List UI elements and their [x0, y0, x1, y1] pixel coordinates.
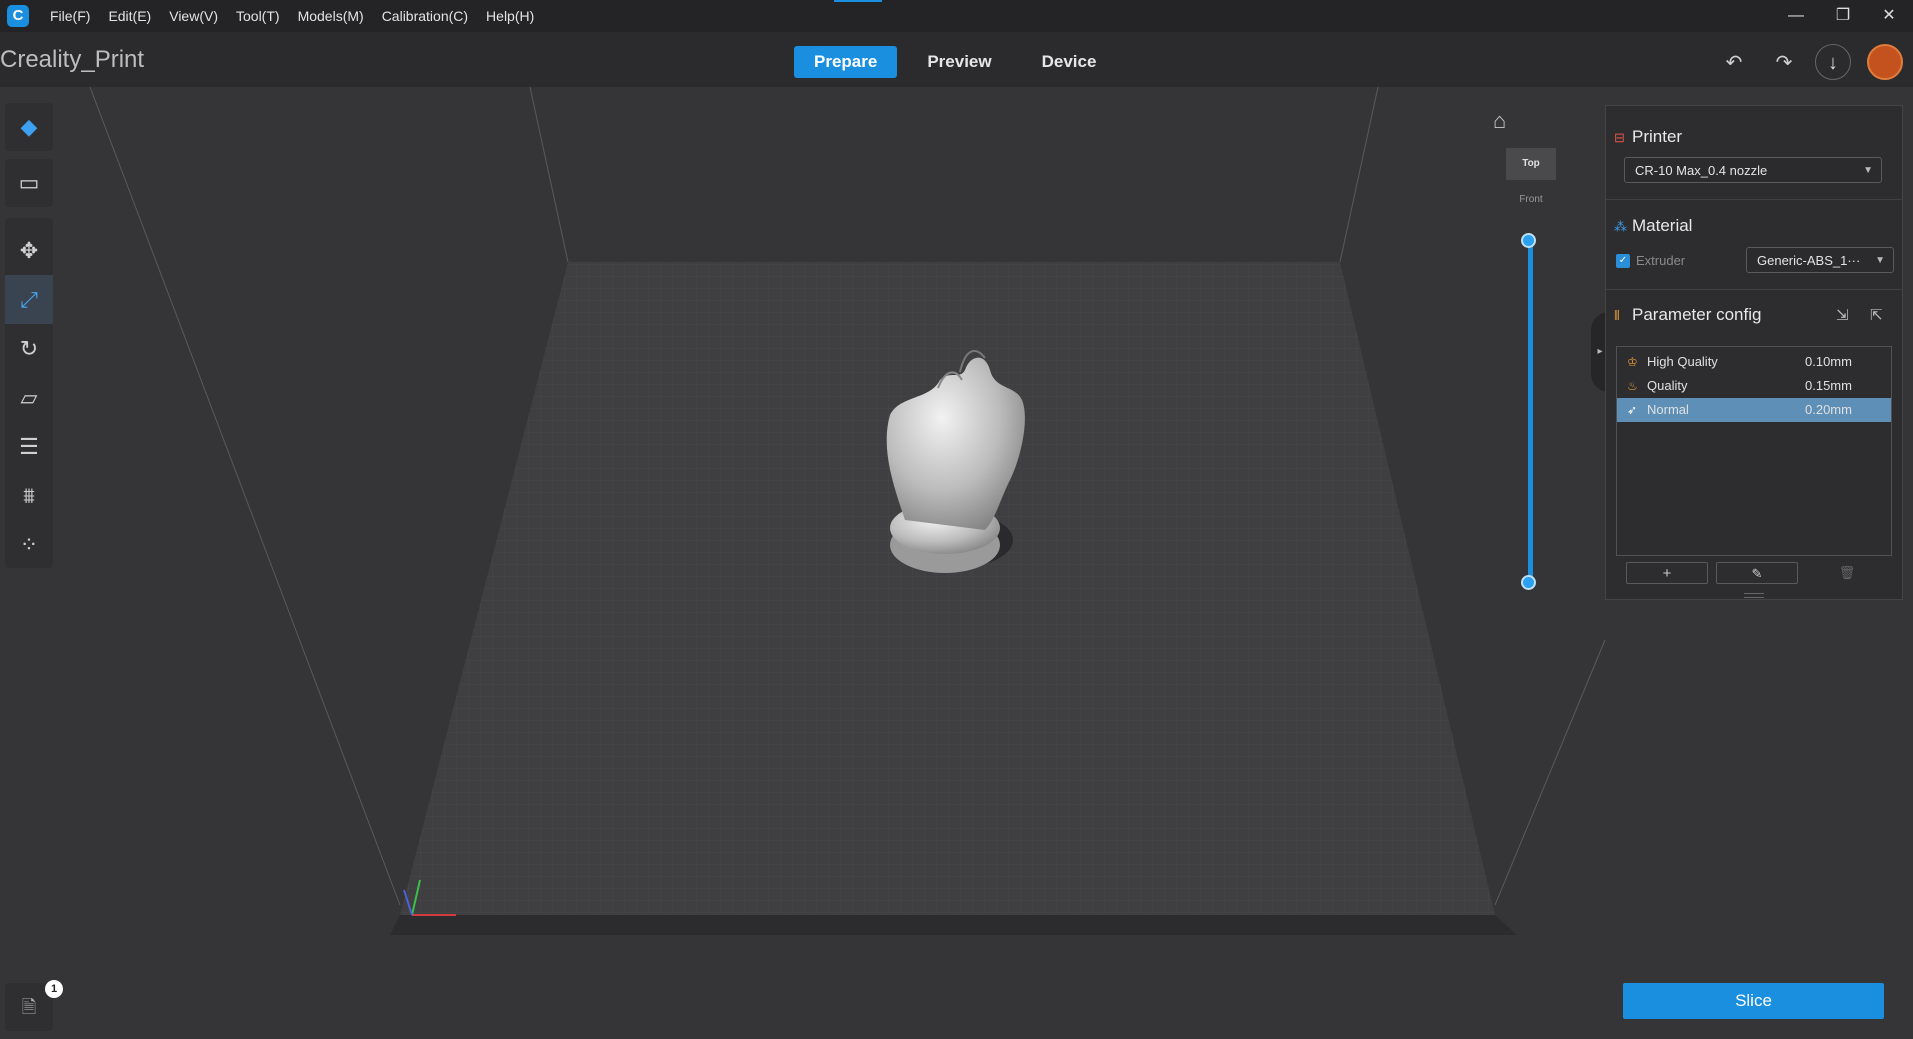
- support-icon[interactable]: ⩩: [5, 471, 53, 520]
- bed-grid: [400, 262, 1495, 915]
- edit-preset-button[interactable]: ✎: [1716, 562, 1798, 584]
- flame-icon: ♨: [1627, 379, 1638, 393]
- material-title: Material: [1632, 216, 1693, 235]
- menu-edit[interactable]: Edit(E): [108, 8, 151, 24]
- view-front-button[interactable]: Front: [1506, 186, 1556, 214]
- object-list-icon[interactable]: ☰: [5, 422, 53, 471]
- rotate-icon[interactable]: ↻: [5, 324, 53, 373]
- divider: [1606, 199, 1902, 200]
- avatar[interactable]: [1867, 44, 1903, 80]
- tab-prepare[interactable]: Prepare: [794, 46, 898, 78]
- slider-top-handle[interactable]: [1521, 233, 1536, 248]
- layer-range-slider[interactable]: [1528, 240, 1533, 584]
- parameter-list: ♔ High Quality 0.10mm ♨ Quality 0.15mm ➶…: [1616, 346, 1892, 556]
- home-view-icon[interactable]: ⌂: [1493, 108, 1506, 134]
- resize-handle[interactable]: [1744, 593, 1764, 598]
- project-title: Creality_Print: [0, 46, 145, 73]
- extruder-checkbox[interactable]: ✓: [1616, 254, 1630, 268]
- param-name: High Quality: [1647, 354, 1718, 369]
- material-select[interactable]: Generic-ABS_1··· ▼: [1746, 247, 1894, 273]
- top-accent-bar: [834, 0, 882, 2]
- menu-tool[interactable]: Tool(T): [236, 8, 280, 24]
- redo-icon[interactable]: ↷: [1769, 48, 1799, 78]
- printer-select-value: CR-10 Max_0.4 nozzle: [1635, 163, 1768, 178]
- printer-icon: ⊟: [1614, 130, 1625, 145]
- more-tools-icon[interactable]: ⁘: [5, 520, 53, 569]
- param-value: 0.15mm: [1805, 378, 1852, 393]
- app-logo-icon: C: [7, 5, 29, 27]
- menu-help[interactable]: Help(H): [486, 8, 534, 24]
- list-item[interactable]: ➶ Normal 0.20mm: [1617, 398, 1891, 422]
- param-value: 0.20mm: [1805, 402, 1852, 417]
- material-select-value: Generic-ABS_1···: [1757, 253, 1861, 268]
- settings-panel: ⊟ Printer CR-10 Max_0.4 nozzle ▼ ⁂ Mater…: [1605, 105, 1903, 600]
- mode-tabs: Prepare Preview Device: [794, 46, 1126, 78]
- param-name: Quality: [1647, 378, 1688, 393]
- param-value: 0.10mm: [1805, 354, 1852, 369]
- tab-device[interactable]: Device: [1022, 46, 1117, 78]
- chevron-down-icon: ▼: [1875, 255, 1885, 266]
- parameter-config-title: Parameter config: [1632, 305, 1762, 324]
- lay-flat-icon[interactable]: ▱: [5, 373, 53, 422]
- add-model-cube-icon[interactable]: ◆: [5, 103, 53, 151]
- scale-icon[interactable]: ⤢: [5, 275, 53, 324]
- undo-icon[interactable]: ↶: [1719, 48, 1749, 78]
- list-item[interactable]: ♔ High Quality 0.10mm: [1617, 350, 1891, 374]
- slice-button[interactable]: Slice: [1623, 983, 1884, 1019]
- bed-edge: [390, 915, 1517, 935]
- crown-icon: ♔: [1627, 355, 1638, 369]
- menu-view[interactable]: View(V): [169, 8, 218, 24]
- chevron-down-icon: ▼: [1863, 165, 1873, 176]
- export-icon[interactable]: ⇱: [1870, 306, 1883, 324]
- notification-badge: 1: [45, 980, 63, 998]
- list-item[interactable]: ♨ Quality 0.15mm: [1617, 374, 1891, 398]
- view-top-button[interactable]: Top: [1506, 148, 1556, 180]
- delete-preset-button[interactable]: 🗑: [1806, 562, 1888, 584]
- transform-tools: ✥ ⤢ ↻ ▱ ☰ ⩩ ⁘: [5, 218, 53, 568]
- download-icon[interactable]: ↓: [1815, 44, 1851, 80]
- tab-preview[interactable]: Preview: [907, 46, 1011, 78]
- maximize-button[interactable]: ❐: [1823, 4, 1863, 28]
- material-icon: ⁂: [1614, 219, 1627, 234]
- open-folder-icon[interactable]: ▭: [5, 159, 53, 207]
- import-icon[interactable]: ⇲: [1836, 306, 1849, 324]
- close-button[interactable]: ✕: [1869, 4, 1909, 28]
- add-preset-button[interactable]: +: [1626, 562, 1708, 584]
- param-name: Normal: [1647, 402, 1689, 417]
- menu-models[interactable]: Models(M): [298, 8, 364, 24]
- menu-calibration[interactable]: Calibration(C): [382, 8, 468, 24]
- rocket-icon: ➶: [1627, 403, 1638, 417]
- minimize-button[interactable]: —: [1776, 4, 1816, 28]
- menu-bar: File(F) Edit(E) View(V) Tool(T) Models(M…: [38, 0, 540, 32]
- divider: [1606, 289, 1902, 290]
- extruder-label: Extruder: [1636, 253, 1686, 268]
- slider-bottom-handle[interactable]: [1521, 575, 1536, 590]
- move-icon[interactable]: ✥: [5, 226, 53, 275]
- parameter-config-icon: ⦀: [1614, 308, 1620, 323]
- left-toolbar: ◆ ▭: [5, 103, 53, 215]
- menu-file[interactable]: File(F): [50, 8, 90, 24]
- printer-select[interactable]: CR-10 Max_0.4 nozzle ▼: [1624, 157, 1882, 183]
- printer-title: Printer: [1632, 127, 1683, 146]
